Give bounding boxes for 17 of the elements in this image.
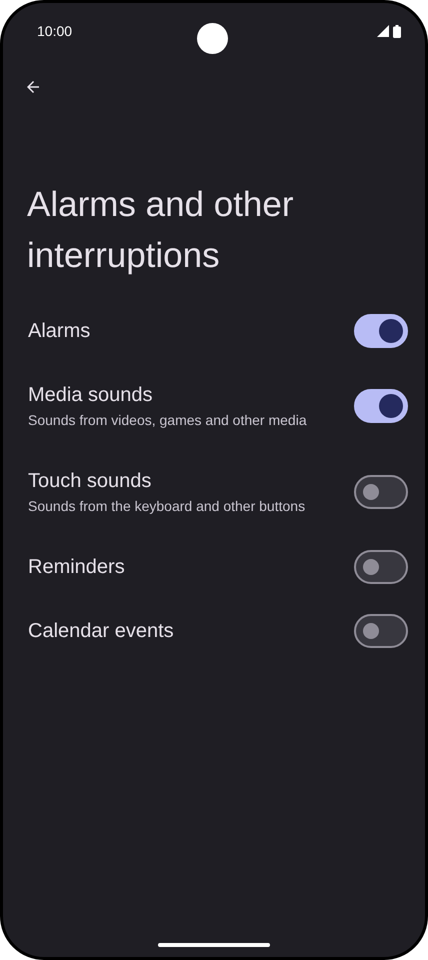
signal-icon [377,25,389,37]
toggle-switch[interactable] [354,314,408,348]
setting-label: Reminders [28,556,125,578]
setting-summary: Sounds from the keyboard and other buttons [28,498,306,514]
setting-label: Alarms [28,320,90,342]
setting-label: Calendar events [28,620,174,642]
setting-summary: Sounds from videos, games and other media [28,412,307,428]
toggle-switch[interactable] [354,389,408,423]
status-time: 10:00 [37,23,72,39]
battery-icon [393,24,401,38]
page-title: Alarms and other interruptions [27,184,295,277]
toggle-switch[interactable] [354,475,408,509]
setting-label: Touch sounds [28,470,152,493]
toggle-switch[interactable] [354,550,408,584]
camera-hole [197,23,228,54]
toggle-switch[interactable] [354,614,408,648]
setting-label: Media sounds [28,384,154,407]
